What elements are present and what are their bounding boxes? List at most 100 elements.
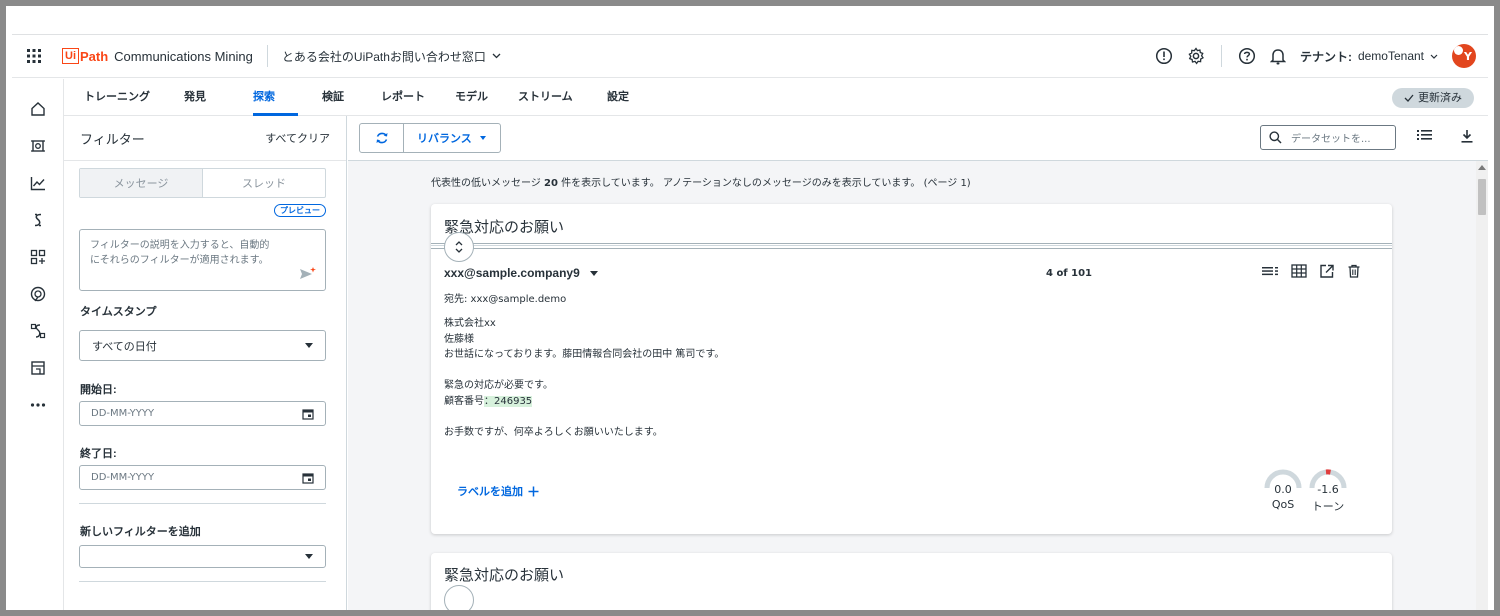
timestamp-label: タイムスタンプ bbox=[80, 306, 157, 318]
add-label-button[interactable]: ラベルを追加 bbox=[457, 483, 539, 499]
model-icon[interactable] bbox=[28, 136, 48, 156]
filter-header: フィルター すべてクリア bbox=[64, 116, 346, 161]
scroll-up-arrow-icon[interactable] bbox=[1478, 165, 1486, 170]
tab-discover[interactable]: 発見 bbox=[184, 79, 206, 116]
customer-number-entity[interactable]: ：246935 bbox=[484, 395, 533, 407]
tab-settings[interactable]: 設定 bbox=[607, 79, 629, 116]
download-icon[interactable] bbox=[1461, 129, 1473, 143]
start-date-placeholder: DD-MM-YYYY bbox=[91, 408, 155, 419]
left-nav-rail bbox=[12, 79, 64, 610]
table-grid-icon[interactable] bbox=[1291, 264, 1307, 278]
message-card: 緊急対応のお願い xxx@sample.company9 4 of 101 宛先… bbox=[431, 204, 1392, 534]
tab-reports[interactable]: レポート bbox=[381, 79, 425, 116]
store-icon[interactable] bbox=[28, 358, 48, 378]
divider bbox=[79, 503, 326, 504]
dataset-selector[interactable]: とある会社のUiPathお問い合わせ窓口 bbox=[282, 48, 501, 65]
expand-thread-button[interactable] bbox=[444, 585, 474, 610]
message-counter: 4 of 101 bbox=[1046, 268, 1093, 279]
qos-gauge: 0.0 QoS bbox=[1263, 468, 1303, 511]
refresh-button[interactable] bbox=[360, 124, 404, 152]
body-line bbox=[444, 363, 724, 379]
add-filter-select[interactable] bbox=[79, 545, 326, 568]
tone-label: トーン bbox=[1311, 500, 1345, 513]
timestamp-value: すべての日付 bbox=[92, 339, 157, 353]
scroll-thumb[interactable] bbox=[1478, 179, 1486, 215]
segment-thread[interactable]: スレッド bbox=[203, 169, 325, 197]
card-actions bbox=[1262, 264, 1361, 278]
app-launcher-icon[interactable] bbox=[12, 34, 56, 78]
streams-icon[interactable] bbox=[28, 210, 48, 230]
check-icon bbox=[1404, 94, 1414, 102]
header-divider bbox=[266, 45, 268, 67]
tab-explore[interactable]: 探索 bbox=[253, 79, 275, 116]
dataset-name: とある会社のUiPathお問い合わせ窓口 bbox=[281, 49, 486, 64]
explore-main: リバランス データセットを... 代表性の低いメッセージ 20 件を表示していま… bbox=[348, 116, 1488, 610]
rebalance-label: リバランス bbox=[417, 133, 472, 145]
user-avatar[interactable]: Y bbox=[1452, 44, 1476, 68]
discover-icon[interactable] bbox=[28, 284, 48, 304]
expand-icon bbox=[455, 241, 463, 253]
bell-icon[interactable] bbox=[1269, 47, 1286, 65]
rebalance-group: リバランス bbox=[359, 123, 501, 153]
tone-value: -1.6 bbox=[1317, 483, 1339, 496]
tenant-name: demoTenant bbox=[1357, 49, 1424, 63]
apps-icon[interactable] bbox=[28, 247, 48, 267]
recipient-line: 宛先: xxx@sample.demo bbox=[444, 294, 567, 305]
chevron-down-icon bbox=[479, 136, 486, 140]
nl-filter-input[interactable]: フィルターの説明を入力すると、自動的 にそれらのフィルターが適用されます。 bbox=[79, 229, 326, 291]
start-date-input[interactable]: DD-MM-YYYY bbox=[79, 401, 326, 426]
tenant-label: テナント: bbox=[1299, 49, 1352, 64]
end-date-placeholder: DD-MM-YYYY bbox=[91, 472, 155, 483]
open-external-icon[interactable] bbox=[1319, 264, 1335, 278]
vertical-scrollbar[interactable] bbox=[1476, 161, 1488, 610]
tab-validation[interactable]: 検証 bbox=[322, 79, 344, 116]
end-date-input[interactable]: DD-MM-YYYY bbox=[79, 465, 326, 490]
list-view-icon[interactable] bbox=[1417, 129, 1432, 141]
product-name: Communications Mining bbox=[114, 48, 253, 64]
rebalance-dropdown[interactable]: リバランス bbox=[404, 124, 500, 152]
add-filter-label: 新しいフィルターを追加 bbox=[80, 526, 201, 538]
updated-status-badge: 更新済み bbox=[1392, 88, 1474, 108]
tab-training[interactable]: トレーニング bbox=[84, 79, 150, 116]
more-icon[interactable] bbox=[28, 395, 48, 415]
sender-email: xxx@sample.company9 bbox=[444, 266, 580, 280]
summary-count: 20 bbox=[544, 178, 558, 189]
nl-filter-placeholder-2: にそれらのフィルターが適用されます。 bbox=[90, 255, 269, 266]
integrations-icon[interactable] bbox=[28, 321, 48, 341]
uipath-logo[interactable]: Ui Path Communications Mining bbox=[62, 48, 253, 64]
filter-panel: フィルター すべてクリア メッセージ スレッド プレビュー フィルターの説明を入… bbox=[64, 116, 347, 610]
body-line: 佐藤様 bbox=[444, 333, 474, 345]
trash-icon[interactable] bbox=[1347, 264, 1361, 278]
expand-thread-button[interactable] bbox=[444, 232, 474, 262]
tab-streams[interactable]: ストリーム bbox=[518, 79, 573, 116]
reports-icon[interactable] bbox=[28, 173, 48, 193]
explore-toolbar: リバランス データセットを... bbox=[348, 116, 1488, 161]
timestamp-select[interactable]: すべての日付 bbox=[79, 330, 326, 361]
end-date-label: 終了日: bbox=[80, 448, 117, 460]
tenant-selector[interactable]: テナント: demoTenant bbox=[1300, 48, 1438, 65]
home-icon[interactable] bbox=[28, 99, 48, 119]
send-sparkle-icon[interactable] bbox=[299, 266, 317, 282]
dataset-search-input[interactable]: データセットを... bbox=[1260, 125, 1396, 150]
segment-message[interactable]: メッセージ bbox=[80, 169, 203, 197]
sender[interactable]: xxx@sample.company9 bbox=[444, 266, 598, 280]
divider bbox=[79, 581, 326, 582]
tab-models[interactable]: モデル bbox=[455, 79, 488, 116]
qos-value: 0.0 bbox=[1274, 483, 1292, 496]
calendar-icon[interactable] bbox=[302, 472, 314, 484]
details-list-icon[interactable] bbox=[1262, 264, 1279, 278]
add-label-text: ラベルを追加 bbox=[457, 486, 523, 498]
summary-prefix: 代表性の低いメッセージ bbox=[431, 178, 541, 189]
calendar-icon[interactable] bbox=[302, 408, 314, 420]
gear-icon[interactable] bbox=[1187, 47, 1205, 65]
top-bar: Ui Path Communications Mining とある会社のUiPa… bbox=[12, 34, 1488, 78]
help-icon[interactable] bbox=[1238, 47, 1256, 65]
message-body: 株式会社xx 佐藤様 お世話になっております。藤田情報合同会社の田中 篤司です。… bbox=[444, 316, 724, 440]
chevron-down-icon bbox=[1430, 54, 1438, 59]
message-card: 緊急対応のお願い bbox=[431, 553, 1392, 610]
clear-all-button[interactable]: すべてクリア bbox=[265, 130, 330, 146]
logo-path: Path bbox=[80, 48, 109, 64]
search-placeholder: データセットを... bbox=[1291, 134, 1371, 145]
alert-icon[interactable] bbox=[1155, 47, 1173, 65]
